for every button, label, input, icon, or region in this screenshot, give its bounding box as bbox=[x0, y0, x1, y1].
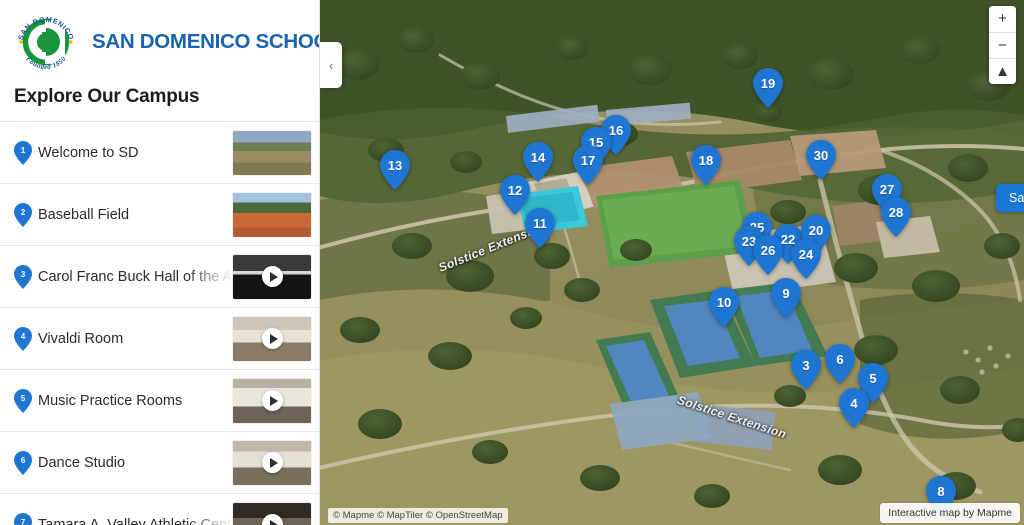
map-marker[interactable]: 9 bbox=[771, 278, 801, 318]
poi-list-item[interactable]: 6 Dance Studio bbox=[0, 431, 319, 493]
svg-text:2: 2 bbox=[21, 208, 26, 217]
map-marker[interactable]: 3 bbox=[791, 350, 821, 390]
map-marker-number: 4 bbox=[850, 395, 858, 411]
chevron-left-icon: ‹ bbox=[328, 57, 334, 73]
satellite-imagery bbox=[320, 0, 1024, 525]
map-attribution[interactable]: © Mapme © MapTiler © OpenStreetMap bbox=[328, 508, 508, 523]
school-logo: SAN DOMENICO Founded 1850 bbox=[12, 8, 80, 76]
map-marker[interactable]: 10 bbox=[709, 287, 739, 327]
poi-thumbnail[interactable] bbox=[233, 254, 311, 299]
map-poi-tooltip[interactable]: San Domenico Upper School bbox=[996, 184, 1024, 212]
campus-map-app: SAN DOMENICO Founded 1850 SAN DOMENICO S… bbox=[0, 0, 1024, 525]
play-icon[interactable] bbox=[261, 266, 283, 287]
map-marker-number: 12 bbox=[507, 182, 523, 198]
map-marker[interactable]: 4 bbox=[839, 388, 869, 428]
map-pin-icon: 2 bbox=[10, 202, 36, 227]
brand-header: SAN DOMENICO Founded 1850 SAN DOMENICO S… bbox=[0, 0, 319, 78]
poi-thumbnail[interactable] bbox=[233, 192, 311, 237]
poi-thumbnail[interactable] bbox=[233, 378, 311, 423]
map-marker-number: 30 bbox=[813, 147, 829, 163]
poi-item-label: Vivaldi Room bbox=[38, 330, 124, 347]
play-icon[interactable] bbox=[261, 328, 283, 349]
poi-list-item[interactable]: 5 Music Practice Rooms bbox=[0, 369, 319, 431]
poi-list-item[interactable]: 3 Carol Franc Buck Hall of the Arts bbox=[0, 245, 319, 307]
map-pin-icon: 5 bbox=[10, 388, 36, 413]
map-marker-number: 14 bbox=[530, 149, 546, 165]
sidebar: SAN DOMENICO Founded 1850 SAN DOMENICO S… bbox=[0, 0, 320, 525]
poi-thumbnail[interactable] bbox=[233, 502, 311, 525]
map-pin-icon: 4 bbox=[10, 326, 36, 351]
map-marker[interactable]: 19 bbox=[753, 68, 783, 108]
map-pin-icon: 3 bbox=[10, 264, 36, 289]
poi-list-item[interactable]: 4 Vivaldi Room bbox=[0, 307, 319, 369]
compass-north-button[interactable]: ▲ bbox=[989, 58, 1016, 84]
map-pin-icon: 6 bbox=[10, 450, 36, 475]
map-marker[interactable]: 28 bbox=[881, 197, 911, 237]
svg-text:4: 4 bbox=[21, 332, 26, 341]
poi-thumbnail[interactable] bbox=[233, 130, 311, 175]
map-marker[interactable]: 24 bbox=[791, 239, 821, 279]
mapme-badge[interactable]: Interactive map by Mapme bbox=[880, 503, 1020, 523]
zoom-out-button[interactable]: − bbox=[989, 32, 1016, 58]
map-marker-number: 26 bbox=[760, 242, 776, 258]
map-marker[interactable]: 13 bbox=[380, 150, 410, 190]
sidebar-collapse-button[interactable]: ‹ bbox=[320, 42, 342, 88]
poi-list-item[interactable]: 7 Tamara A. Valley Athletic Center bbox=[0, 493, 319, 525]
poi-list[interactable]: 1 Welcome to SD 2 Baseball Field 3 Carol Fran… bbox=[0, 121, 319, 525]
brand-title: SAN DOMENICO SCHOOL bbox=[92, 30, 320, 54]
map-marker-number: 18 bbox=[698, 152, 714, 168]
poi-thumbnail-image bbox=[233, 130, 311, 175]
zoom-in-button[interactable]: + bbox=[989, 6, 1016, 32]
poi-item-label: Dance Studio bbox=[38, 454, 126, 471]
poi-list-item[interactable]: 2 Baseball Field bbox=[0, 183, 319, 245]
poi-list-item[interactable]: 1 Welcome to SD bbox=[0, 121, 319, 183]
map-canvas[interactable]: Solstice ExtensionSolstice Extension San… bbox=[320, 0, 1024, 525]
map-marker[interactable]: 11 bbox=[525, 208, 555, 248]
map-marker[interactable]: 26 bbox=[753, 235, 783, 275]
poi-item-label: Welcome to SD bbox=[38, 144, 139, 161]
page-title: Explore Our Campus bbox=[14, 86, 200, 107]
poi-thumbnail[interactable] bbox=[233, 316, 311, 361]
poi-thumbnail-image bbox=[233, 192, 311, 237]
map-marker[interactable]: 18 bbox=[691, 145, 721, 185]
map-marker-number: 9 bbox=[782, 285, 790, 301]
map-marker[interactable]: 17 bbox=[573, 145, 603, 185]
svg-text:7: 7 bbox=[21, 518, 25, 525]
map-marker-number: 17 bbox=[580, 152, 596, 168]
map-marker[interactable]: 30 bbox=[806, 140, 836, 180]
svg-text:3: 3 bbox=[21, 270, 26, 279]
map-pin-icon: 1 bbox=[10, 140, 36, 165]
map-marker[interactable]: 6 bbox=[825, 344, 855, 384]
map-marker-number: 8 bbox=[937, 483, 945, 499]
svg-text:6: 6 bbox=[21, 456, 26, 465]
map-pin-icon: 7 bbox=[10, 512, 36, 525]
play-icon[interactable] bbox=[261, 452, 283, 473]
poi-item-label: Carol Franc Buck Hall of the Arts bbox=[38, 268, 233, 285]
map-marker-number: 19 bbox=[760, 75, 776, 91]
play-icon[interactable] bbox=[261, 390, 283, 411]
map-marker-number: 24 bbox=[798, 246, 814, 262]
poi-item-label: Tamara A. Valley Athletic Center bbox=[38, 516, 233, 525]
map-controls[interactable]: + − ▲ bbox=[989, 6, 1016, 84]
poi-item-label: Music Practice Rooms bbox=[38, 392, 183, 409]
play-icon[interactable] bbox=[261, 514, 283, 525]
svg-text:5: 5 bbox=[21, 394, 26, 403]
map-marker-number: 3 bbox=[802, 357, 810, 373]
poi-item-label: Baseball Field bbox=[38, 206, 130, 223]
poi-thumbnail[interactable] bbox=[233, 440, 311, 485]
map-marker-number: 11 bbox=[533, 215, 547, 231]
svg-text:1: 1 bbox=[21, 146, 26, 155]
map-marker-number: 13 bbox=[387, 157, 403, 173]
map-marker-number: 28 bbox=[888, 204, 904, 220]
map-marker-number: 6 bbox=[836, 351, 844, 367]
map-marker-number: 10 bbox=[716, 294, 732, 310]
